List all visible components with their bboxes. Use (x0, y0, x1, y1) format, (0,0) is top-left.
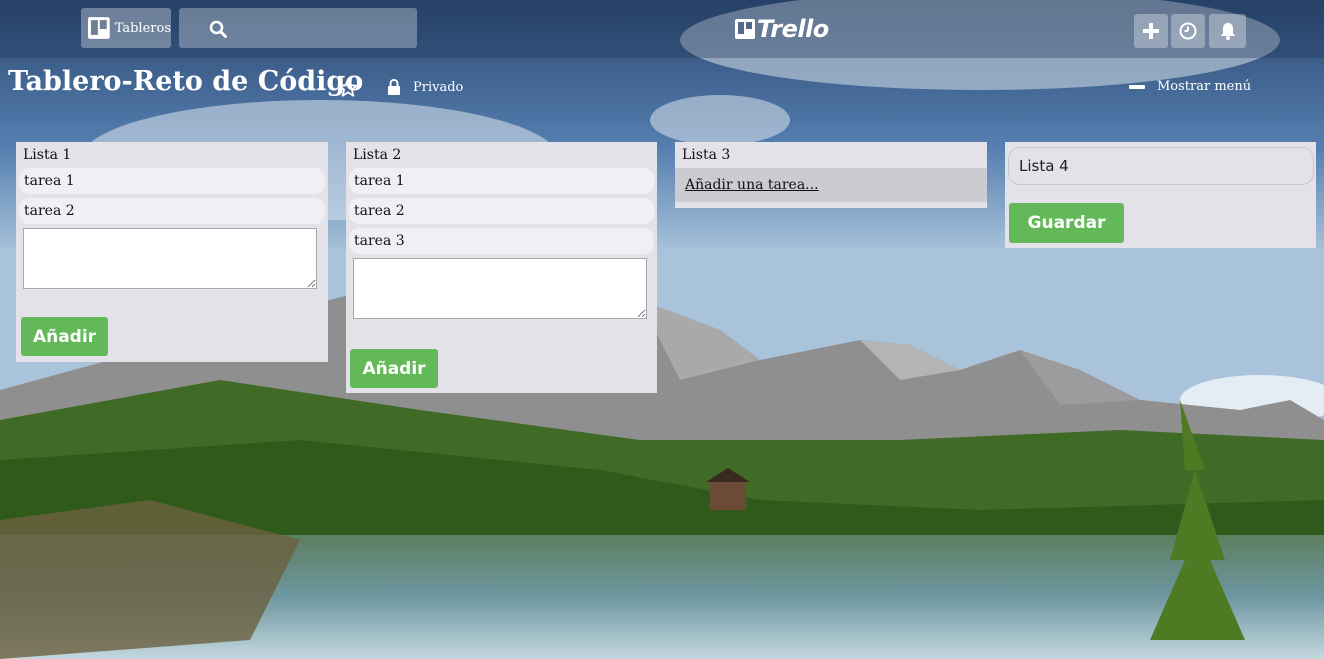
card[interactable]: tarea 2 (19, 198, 325, 224)
boards-icon (87, 17, 110, 39)
add-card-button[interactable]: Añadir (21, 317, 108, 356)
boards-button-label: Tableros (114, 20, 171, 36)
list-title[interactable]: Lista 3 (675, 142, 987, 168)
info-button[interactable] (1171, 14, 1205, 48)
lock-icon (388, 79, 400, 95)
trello-logo-text: Trello (757, 15, 829, 43)
new-card-textarea[interactable] (23, 228, 317, 289)
card[interactable]: tarea 1 (349, 168, 654, 194)
new-card-textarea[interactable] (353, 258, 647, 319)
search-icon (209, 20, 227, 38)
save-list-button[interactable]: Guardar (1009, 203, 1124, 243)
show-menu-label: Mostrar menú (1157, 79, 1252, 94)
card[interactable]: tarea 3 (349, 228, 654, 254)
privacy-label: Privado (413, 79, 464, 95)
boards-button[interactable]: Tableros (81, 8, 171, 48)
board-title[interactable]: Tablero-Reto de Código (8, 66, 363, 97)
add-card-link[interactable]: Añadir una tarea... (675, 168, 987, 202)
new-list-name-input[interactable]: Lista 4 (1008, 147, 1314, 185)
privacy-button[interactable]: Privado (387, 79, 463, 95)
card[interactable]: tarea 1 (19, 168, 325, 194)
add-card-button[interactable]: Añadir (350, 349, 438, 388)
list-1: Lista 1 tarea 1 tarea 2 Añadir (16, 142, 328, 362)
bell-icon (1220, 23, 1235, 40)
star-icon[interactable] (338, 78, 358, 98)
notifications-button[interactable] (1209, 14, 1246, 48)
show-menu-button[interactable]: Mostrar menú (1129, 79, 1251, 94)
add-button[interactable] (1134, 14, 1168, 48)
list-3: Lista 3 Añadir una tarea... (675, 142, 987, 208)
top-bar: Tableros Trello (0, 0, 1324, 58)
clock-icon (1179, 22, 1197, 40)
minus-icon (1129, 84, 1145, 89)
search-input[interactable] (179, 8, 417, 48)
trello-logo: Trello (735, 14, 829, 44)
new-list-form: Lista 4 Guardar (1005, 142, 1316, 248)
plus-icon (1143, 23, 1159, 39)
list-title[interactable]: Lista 2 (346, 142, 657, 168)
card[interactable]: tarea 2 (349, 198, 654, 224)
list-2: Lista 2 tarea 1 tarea 2 tarea 3 Añadir (346, 142, 657, 393)
trello-logo-icon (735, 19, 755, 39)
list-title[interactable]: Lista 1 (16, 142, 328, 168)
